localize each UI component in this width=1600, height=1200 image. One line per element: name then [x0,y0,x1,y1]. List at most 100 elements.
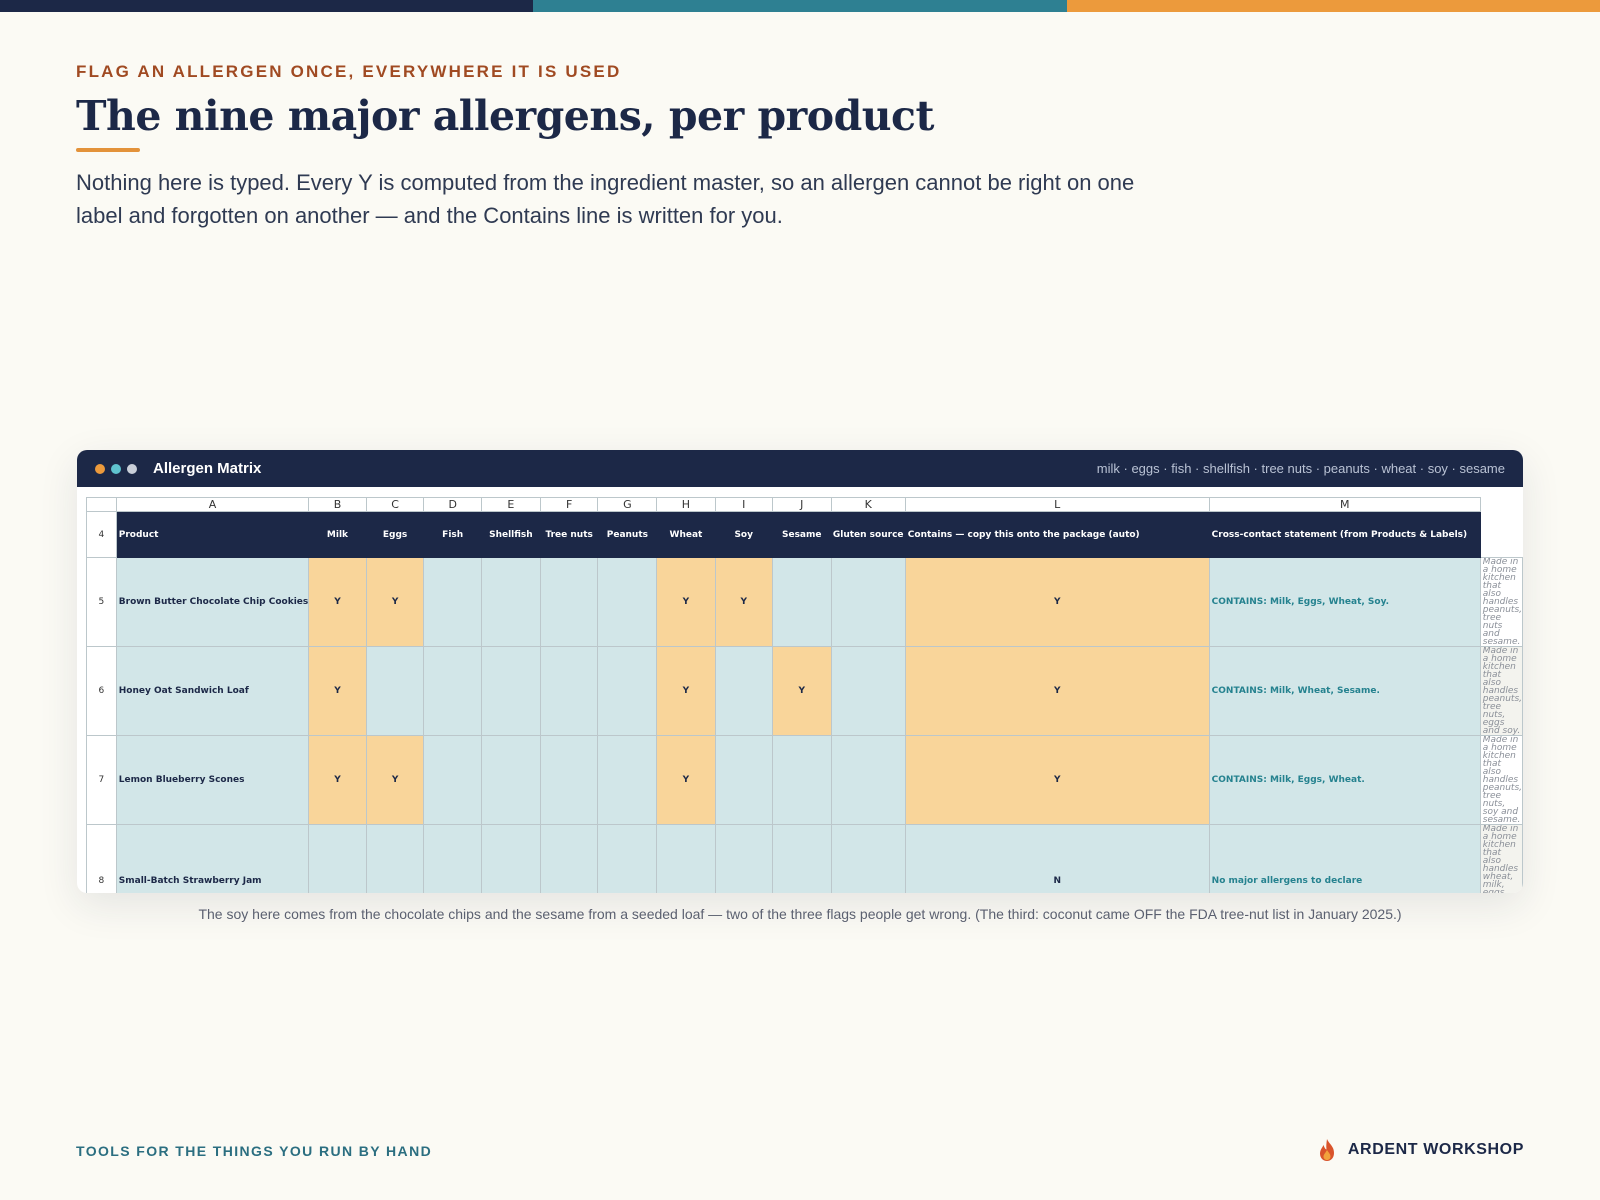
column-letter-b[interactable]: B [308,497,367,512]
footer-brand[interactable]: ARDENT WORKSHOP [1316,1138,1524,1162]
header-cell-b[interactable]: Milk [308,511,367,558]
window-titlebar: Allergen Matrix milk · eggs · fish · she… [77,450,1523,487]
allergen-flag-cell[interactable] [539,557,599,647]
column-letter-h[interactable]: H [656,497,716,512]
contains-line-cell[interactable]: CONTAINS: Milk, Eggs, Wheat, Soy. [1208,557,1481,647]
row-number[interactable]: 4 [86,511,117,558]
allergen-flag-cell[interactable]: Y [771,646,832,736]
cross-contact-cell[interactable]: Made in a home kitchen that also handles… [1479,646,1523,736]
allergen-flag-cell[interactable] [480,824,541,893]
allergen-flag-cell[interactable]: Y [308,646,367,736]
allergen-flag-cell[interactable] [539,824,599,893]
header-cell-j[interactable]: Sesame [771,511,832,558]
allergen-flag-cell[interactable] [714,646,773,736]
allergen-flag-cell[interactable] [423,735,482,825]
cross-contact-cell[interactable]: Made in a home kitchen that also handles… [1479,824,1523,893]
allergen-flag-cell[interactable] [539,646,599,736]
allergen-flag-cell[interactable] [771,735,832,825]
allergen-flag-cell[interactable] [656,824,716,893]
gluten-source-cell[interactable]: Y [904,735,1210,825]
table-row: 5 Brown Butter Chocolate Chip Cookies Y Y Y Y… [86,557,1523,647]
allergen-flag-cell[interactable] [830,557,906,647]
allergen-flag-cell[interactable] [423,557,482,647]
product-name-cell[interactable]: Lemon Blueberry Scones [115,735,310,825]
column-letter-l[interactable]: L [904,497,1210,512]
column-letter-e[interactable]: E [480,497,541,512]
allergen-flag-cell[interactable] [714,824,773,893]
contains-line-cell[interactable]: CONTAINS: Milk, Wheat, Sesame. [1208,646,1481,736]
allergen-flag-cell[interactable]: Y [714,557,773,647]
allergen-flag-cell[interactable]: Y [308,557,367,647]
header-cell-e[interactable]: Shellfish [480,511,541,558]
allergen-flag-cell[interactable] [597,735,658,825]
allergen-flag-cell[interactable] [597,557,658,647]
column-letter-g[interactable]: G [597,497,658,512]
allergen-flag-cell[interactable] [423,646,482,736]
product-name-cell[interactable]: Honey Oat Sandwich Loaf [115,646,310,736]
allergen-flag-cell[interactable] [830,824,906,893]
gluten-source-cell[interactable]: N [904,824,1210,893]
corner-cell[interactable] [86,497,117,512]
header-cell-m[interactable]: Cross-contact statement (from Products &… [1208,511,1481,558]
allergen-flag-cell[interactable] [365,824,425,893]
allergen-flag-cell[interactable] [714,735,773,825]
column-letter-a[interactable]: A [115,497,310,512]
allergen-flag-cell[interactable] [771,824,832,893]
allergen-flag-cell[interactable]: Y [365,735,425,825]
header-cell-l[interactable]: Contains — copy this onto the package (a… [904,511,1210,558]
column-letter-f[interactable]: F [539,497,599,512]
header-cell-f[interactable]: Tree nuts [539,511,599,558]
column-letter-c[interactable]: C [365,497,425,512]
allergen-flag-cell[interactable] [480,646,541,736]
allergen-flag-cell[interactable] [597,646,658,736]
table-row: 6 Honey Oat Sandwich Loaf Y Y Y Y CONTAINS: Mi… [86,646,1523,736]
header-cell-g[interactable]: Peanuts [597,511,658,558]
column-letter-d[interactable]: D [423,497,482,512]
title-underline [76,148,140,152]
window-dot-orange[interactable] [95,463,105,474]
allergen-flag-cell[interactable]: Y [656,646,716,736]
allergen-flag-cell[interactable]: Y [656,557,716,647]
column-letter-j[interactable]: J [771,497,832,512]
column-letter-k[interactable]: K [830,497,906,512]
row-number[interactable]: 6 [86,646,117,736]
allergen-flag-cell[interactable] [308,824,367,893]
header-cell-i[interactable]: Soy [714,511,773,558]
allergen-flag-cell[interactable] [771,557,832,647]
table-row: 7 Lemon Blueberry Scones Y Y Y Y CONTAINS: Mil… [86,735,1523,825]
cross-contact-cell[interactable]: Made in a home kitchen that also handles… [1479,735,1523,825]
product-name-cell[interactable]: Small-Batch Strawberry Jam [115,824,310,893]
allergen-flag-cell[interactable] [480,557,541,647]
allergen-flag-cell[interactable]: Y [308,735,367,825]
gluten-source-cell[interactable]: Y [904,557,1210,647]
row-number[interactable]: 8 [86,824,117,893]
column-letter-i[interactable]: I [714,497,773,512]
allergen-flag-cell[interactable] [830,646,906,736]
accent-orange [1066,0,1600,12]
allergen-flag-cell[interactable] [539,735,599,825]
header-cell-k[interactable]: Gluten source [830,511,906,558]
allergen-flag-cell[interactable] [597,824,658,893]
allergen-legend: milk · eggs · fish · shellfish · tree nu… [1096,461,1505,476]
row-number[interactable]: 7 [86,735,117,825]
row-number[interactable]: 5 [86,557,117,647]
contains-line-cell[interactable]: CONTAINS: Milk, Eggs, Wheat. [1208,735,1481,825]
header-cell-d[interactable]: Fish [423,511,482,558]
allergen-flag-cell[interactable]: Y [656,735,716,825]
gluten-source-cell[interactable]: Y [904,646,1210,736]
window-title: Allergen Matrix [153,460,262,477]
cross-contact-cell[interactable]: Made in a home kitchen that also handles… [1479,557,1523,647]
product-name-cell[interactable]: Brown Butter Chocolate Chip Cookies [115,557,310,647]
allergen-flag-cell[interactable] [365,646,425,736]
window-dot-grey[interactable] [127,463,137,474]
allergen-flag-cell[interactable] [480,735,541,825]
header-cell-a[interactable]: Product [115,511,310,558]
header-cell-h[interactable]: Wheat [656,511,716,558]
header-cell-c[interactable]: Eggs [365,511,425,558]
allergen-flag-cell[interactable] [423,824,482,893]
allergen-flag-cell[interactable]: Y [365,557,425,647]
allergen-flag-cell[interactable] [830,735,906,825]
window-dot-teal[interactable] [111,463,121,474]
column-letter-m[interactable]: M [1208,497,1481,512]
contains-line-cell[interactable]: No major allergens to declare [1208,824,1481,893]
